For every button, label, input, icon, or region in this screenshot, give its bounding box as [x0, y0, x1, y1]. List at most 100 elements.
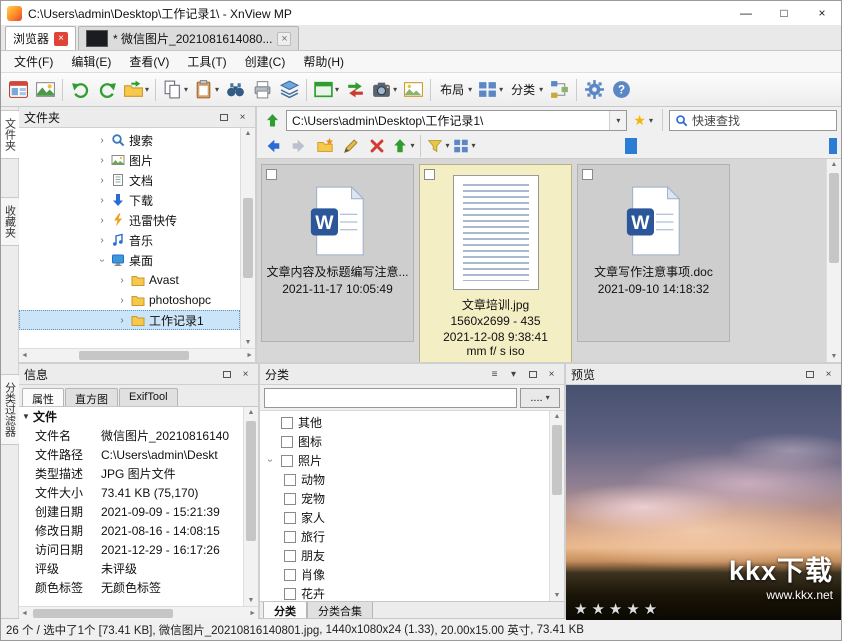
file-checkbox[interactable] — [266, 169, 277, 180]
checkbox[interactable] — [284, 474, 296, 486]
help-button[interactable]: ? — [608, 76, 634, 104]
category-browse-button[interactable]: ....▾ — [520, 388, 560, 408]
folder-item-photoshopc[interactable]: ›photoshopc — [19, 290, 240, 310]
capture-button[interactable]: ▾ — [369, 76, 399, 104]
preview-image[interactable]: kkx下载 www.kkx.net ★★★★★ — [566, 385, 841, 620]
folder-item-work-log[interactable]: ›工作记录1 — [19, 310, 240, 330]
close-panel-icon[interactable]: × — [544, 367, 559, 381]
folders-horizontal-scrollbar[interactable]: ◄► — [19, 348, 255, 362]
checkbox[interactable] — [281, 436, 293, 448]
copy-button[interactable]: ▾ — [160, 76, 190, 104]
filter-button[interactable]: ▾ — [426, 135, 450, 157]
file-tile-jpg-selected[interactable]: 文章培训.jpg 1560x2699 - 435 2021-12-08 9:38… — [419, 164, 572, 362]
new-folder-button[interactable] — [313, 135, 337, 157]
quick-search-input[interactable]: 快速查找 — [669, 110, 837, 131]
checkbox[interactable] — [284, 531, 296, 543]
menu-create[interactable]: 创建(C) — [236, 51, 295, 72]
open-folder-button[interactable]: ▾ — [121, 76, 151, 104]
folder-item-thunder[interactable]: ›迅雷快传 — [19, 210, 240, 230]
expand-icon[interactable]: › — [97, 195, 107, 206]
expand-icon[interactable]: › — [97, 155, 107, 166]
minimize-button[interactable]: — — [727, 1, 765, 25]
folders-vertical-scrollbar[interactable]: ▲▼ — [240, 128, 255, 348]
checkbox[interactable] — [284, 512, 296, 524]
splitter-handle[interactable] — [625, 138, 637, 154]
category-item-flowers[interactable]: 花卉 — [260, 584, 549, 601]
float-panel-icon[interactable] — [802, 367, 817, 381]
menu-edit[interactable]: 编辑(E) — [62, 51, 120, 72]
collapse-icon[interactable]: › — [97, 255, 108, 265]
slideshow-button[interactable] — [400, 76, 426, 104]
categories-vertical-scrollbar[interactable]: ▲▼ — [549, 411, 564, 601]
rating-stars[interactable]: ★★★★★ — [574, 600, 661, 618]
category-item-friends[interactable]: 朋友 — [260, 546, 549, 565]
close-button[interactable]: × — [803, 1, 841, 25]
float-panel-icon[interactable] — [216, 110, 231, 124]
delete-button[interactable] — [365, 135, 389, 157]
expand-icon[interactable]: › — [97, 175, 107, 186]
checkbox[interactable] — [284, 493, 296, 505]
tab-histogram[interactable]: 直方图 — [65, 388, 118, 406]
collapse-icon[interactable]: › — [265, 455, 276, 467]
expand-icon[interactable]: › — [97, 215, 107, 226]
file-tile-doc2[interactable]: W 文章写作注意事项.doc 2021-09-10 14:18:32 — [577, 164, 730, 342]
category-item-animals[interactable]: 动物 — [260, 470, 549, 489]
menu-help[interactable]: 帮助(H) — [294, 51, 353, 72]
transfer-button[interactable] — [342, 76, 368, 104]
tab-browser[interactable]: 浏览器 × — [5, 26, 76, 50]
checkbox[interactable] — [284, 569, 296, 581]
category-item-family[interactable]: 家人 — [260, 508, 549, 527]
category-item-icons[interactable]: 图标 — [260, 432, 549, 451]
category-item-portrait[interactable]: 肖像 — [260, 565, 549, 584]
tab-properties[interactable]: 属性 — [22, 388, 64, 406]
dock-tab-favorites[interactable]: 收藏夹 — [0, 197, 20, 246]
tab-close-icon[interactable]: × — [277, 32, 291, 46]
float-panel-icon[interactable] — [525, 367, 540, 381]
paste-button[interactable]: ▾ — [191, 76, 221, 104]
float-panel-icon[interactable] — [219, 367, 234, 381]
search-files-button[interactable] — [222, 76, 248, 104]
expand-icon[interactable]: › — [117, 295, 127, 306]
browser-mode-button[interactable] — [5, 76, 31, 104]
tab-exiftool[interactable]: ExifTool — [119, 388, 178, 406]
print-button[interactable] — [249, 76, 275, 104]
close-panel-icon[interactable]: × — [235, 110, 250, 124]
property-group[interactable]: ▼文件 — [19, 407, 243, 426]
tab-image[interactable]: * 微信图片_2021081614080... × — [78, 26, 299, 50]
category-item-pets[interactable]: 宠物 — [260, 489, 549, 508]
batch-button[interactable] — [546, 76, 572, 104]
splitter-handle[interactable] — [829, 138, 837, 154]
layers-button[interactable] — [276, 76, 302, 104]
folder-item-avast[interactable]: ›Avast — [19, 270, 240, 290]
combo-dropdown-icon[interactable]: ▾ — [609, 111, 626, 130]
info-vertical-scrollbar[interactable]: ▲▼ — [243, 407, 258, 606]
checkbox[interactable] — [281, 455, 293, 467]
settings-button[interactable] — [581, 76, 607, 104]
folder-item-search[interactable]: ›搜索 — [19, 130, 240, 150]
folder-item-pictures[interactable]: ›图片 — [19, 150, 240, 170]
menu-file[interactable]: 文件(F) — [5, 51, 62, 72]
checkbox[interactable] — [281, 417, 293, 429]
folder-item-documents[interactable]: ›文档 — [19, 170, 240, 190]
file-checkbox[interactable] — [582, 169, 593, 180]
rename-button[interactable] — [339, 135, 363, 157]
redo-button[interactable] — [94, 76, 120, 104]
forward-button[interactable] — [287, 135, 311, 157]
favorites-button[interactable]: ★▾ — [630, 112, 656, 129]
viewer-mode-button[interactable] — [32, 76, 58, 104]
folder-item-downloads[interactable]: ›下载 — [19, 190, 240, 210]
menu-view[interactable]: 查看(V) — [120, 51, 178, 72]
file-tile-doc1[interactable]: W 文章内容及标题编写注意... 2021-11-17 10:05:49 — [261, 164, 414, 342]
category-item-photos[interactable]: ›照片 — [260, 451, 549, 470]
expand-icon[interactable]: › — [97, 135, 107, 146]
dock-tab-category-filter[interactable]: 分类过滤器 — [0, 374, 20, 445]
category-filter-input[interactable] — [264, 388, 517, 408]
expand-icon[interactable]: › — [117, 275, 127, 286]
panel-menu-icon[interactable]: ≡ — [487, 367, 502, 381]
go-up-button[interactable] — [261, 109, 283, 131]
category-item-travel[interactable]: 旅行 — [260, 527, 549, 546]
menu-tools[interactable]: 工具(T) — [178, 51, 235, 72]
checkbox[interactable] — [284, 588, 296, 600]
category-item-other[interactable]: 其他 — [260, 413, 549, 432]
category-dropdown[interactable]: 分类▾ — [506, 76, 545, 104]
